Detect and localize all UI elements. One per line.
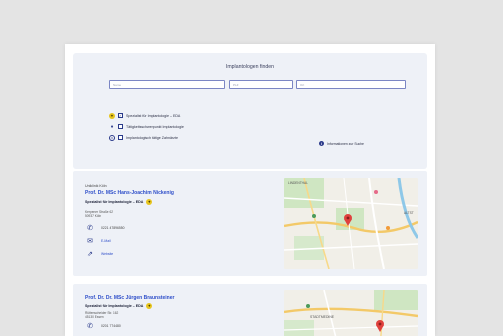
website-label: Website bbox=[101, 252, 114, 256]
result-card: Prof. Dr. Dr. MSc Jürgen Braunsteiner Sp… bbox=[73, 284, 427, 336]
map-label-district: LINDENTHAL bbox=[288, 181, 308, 185]
page: Implantologen finden Name PLZ Ort ✦ ✓ Sp… bbox=[65, 44, 435, 336]
filter-dentists-checkbox[interactable] bbox=[118, 135, 123, 140]
address-city: 50937 Köln bbox=[85, 214, 102, 219]
dentist-name[interactable]: Prof. Dr. MSc Hans-Joachim Nickenig bbox=[85, 190, 174, 196]
specialty-label: Spezialist für Implantologie – EDA bbox=[85, 304, 144, 308]
specialty-label: Spezialist für Implantologie – EDA bbox=[85, 200, 144, 204]
external-link-icon: ⇗ bbox=[87, 251, 93, 258]
info-link[interactable]: i Informationen zur Suche bbox=[319, 141, 364, 146]
filter-specialist[interactable]: ✦ ✓ Spezialist für Implantologie – EDA bbox=[109, 112, 180, 119]
phone-link[interactable]: ✆ 0221 47896550 bbox=[85, 224, 125, 232]
map-graphic: LINDENTHAL ALTST bbox=[284, 178, 418, 269]
envelope-icon: ✉ bbox=[87, 238, 93, 245]
gold-badge-icon: ✦ bbox=[146, 303, 153, 309]
filter-focus-label: Tätigkeitsschwerpunkt Implantologie bbox=[126, 124, 184, 129]
filter-focus[interactable]: ♦ Tätigkeitsschwerpunkt Implantologie bbox=[109, 123, 184, 130]
name-input[interactable]: Name bbox=[109, 80, 225, 89]
practice-name: Uniklinik Köln bbox=[85, 184, 107, 188]
filter-specialist-checkbox[interactable]: ✓ bbox=[118, 113, 123, 118]
phone-number: 0201 774480 bbox=[101, 324, 121, 328]
email-link[interactable]: ✉ E-Mail bbox=[85, 237, 111, 245]
map-label-district: STADTMEDINE bbox=[310, 315, 335, 319]
address: Kerpener Straße 62 50937 Köln bbox=[85, 210, 113, 219]
filter-dentists[interactable]: ◇ Implantologisch tätige Zahnärzte bbox=[109, 134, 178, 141]
search-panel: Implantologen finden Name PLZ Ort ✦ ✓ Sp… bbox=[73, 53, 427, 169]
specialty: Spezialist für Implantologie – EDA ✦ bbox=[85, 303, 153, 309]
filter-specialist-label: Spezialist für Implantologie – EDA bbox=[126, 113, 181, 118]
tooth-outline-icon: ◇ bbox=[109, 134, 115, 141]
phone-link[interactable]: ✆ 0201 774480 bbox=[85, 322, 121, 330]
tooth-icon: ♦ bbox=[110, 123, 114, 130]
gold-badge-icon: ✦ bbox=[109, 112, 115, 119]
filter-focus-checkbox[interactable] bbox=[118, 124, 123, 129]
result-card: Uniklinik Köln Prof. Dr. MSc Hans-Joachi… bbox=[73, 171, 427, 276]
info-icon: i bbox=[319, 141, 324, 146]
info-label: Informationen zur Suche bbox=[327, 141, 364, 146]
specialty: Spezialist für Implantologie – EDA ✦ bbox=[85, 199, 153, 205]
map-graphic: STADTMEDINE bbox=[284, 290, 418, 336]
filter-dentists-label: Implantologisch tätige Zahnärzte bbox=[126, 135, 178, 140]
zip-input[interactable]: PLZ bbox=[229, 80, 293, 89]
email-label: E-Mail bbox=[101, 239, 111, 243]
map[interactable]: STADTMEDINE bbox=[284, 290, 418, 336]
address-city: 45130 Essen bbox=[85, 315, 104, 320]
website-link[interactable]: ⇗ Website bbox=[85, 250, 113, 258]
map-label-district: ALTST bbox=[404, 211, 414, 215]
map[interactable]: LINDENTHAL ALTST bbox=[284, 178, 418, 269]
phone-icon: ✆ bbox=[87, 225, 93, 232]
city-input[interactable]: Ort bbox=[296, 80, 406, 89]
phone-icon: ✆ bbox=[87, 323, 93, 330]
phone-number: 0221 47896550 bbox=[101, 226, 125, 230]
search-title: Implantologen finden bbox=[225, 64, 275, 70]
dentist-name[interactable]: Prof. Dr. Dr. MSc Jürgen Braunsteiner bbox=[85, 295, 174, 301]
gold-badge-icon: ✦ bbox=[146, 199, 153, 205]
address: Rüttenscheider Str. 162 45130 Essen bbox=[85, 311, 118, 320]
